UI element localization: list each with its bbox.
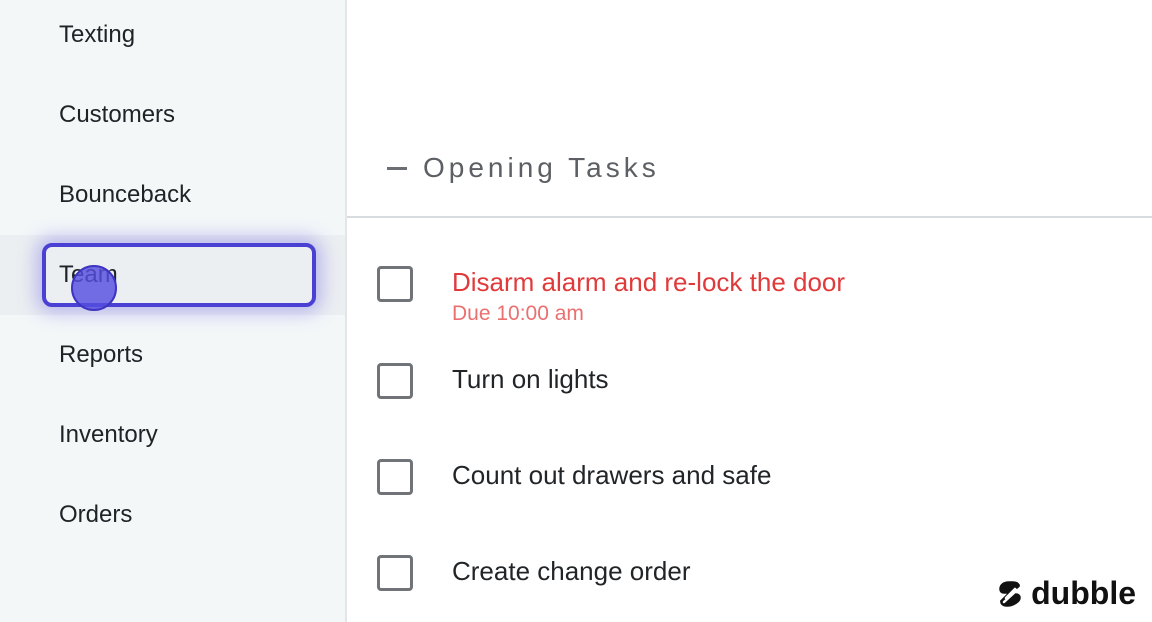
sidebar: Texting Customers Bounceback Team Report… [0,0,347,622]
task-due-time: Due 10:00 am [452,302,584,325]
section-title: Opening Tasks [423,152,660,183]
task-checkbox[interactable] [377,555,413,591]
task-checkbox[interactable] [377,363,413,399]
sidebar-item-bounceback[interactable]: Bounceback [0,155,345,235]
task-item: Disarm alarm and re-lock the door Due 10… [377,266,1152,326]
sidebar-item-label: Texting [59,21,136,48]
task-label[interactable]: Create change order [452,555,690,587]
sidebar-item-inventory[interactable]: Inventory [0,395,345,475]
dubble-logo-icon [996,578,1024,609]
dubble-watermark: dubble [995,575,1136,612]
sidebar-item-label: Team [59,261,118,288]
task-checkbox[interactable] [377,266,413,302]
task-text: Count out drawers and safe [452,459,771,491]
sidebar-item-label: Orders [59,501,133,528]
sidebar-item-customers[interactable]: Customers [0,75,345,155]
sidebar-item-label: Customers [59,101,176,128]
sidebar-item-label: Reports [59,341,144,368]
task-text: Disarm alarm and re-lock the door Due 10… [452,266,845,326]
sidebar-item-reports[interactable]: Reports [0,315,345,395]
sidebar-item-texting[interactable]: Texting [0,0,345,75]
minus-icon[interactable] [387,166,407,170]
sidebar-item-team[interactable]: Team [0,235,345,315]
sidebar-item-orders[interactable]: Orders [0,475,345,555]
sidebar-item-label: Inventory [59,421,158,448]
task-label[interactable]: Count out drawers and safe [452,459,771,491]
app-window: Texting Customers Bounceback Team Report… [0,0,1152,622]
main-content: Opening Tasks Disarm alarm and re-lock t… [347,0,1152,622]
section-header-opening-tasks[interactable]: Opening Tasks [347,120,1152,218]
task-label[interactable]: Turn on lights [452,363,609,395]
task-item: Count out drawers and safe [377,459,1152,495]
task-checkbox[interactable] [377,459,413,495]
watermark-text: dubble [1031,575,1136,611]
task-text: Create change order [452,555,690,587]
task-text: Turn on lights [452,363,609,395]
task-item: Turn on lights [377,363,1152,399]
task-label[interactable]: Disarm alarm and re-lock the door [452,266,845,298]
sidebar-item-label: Bounceback [59,181,192,208]
